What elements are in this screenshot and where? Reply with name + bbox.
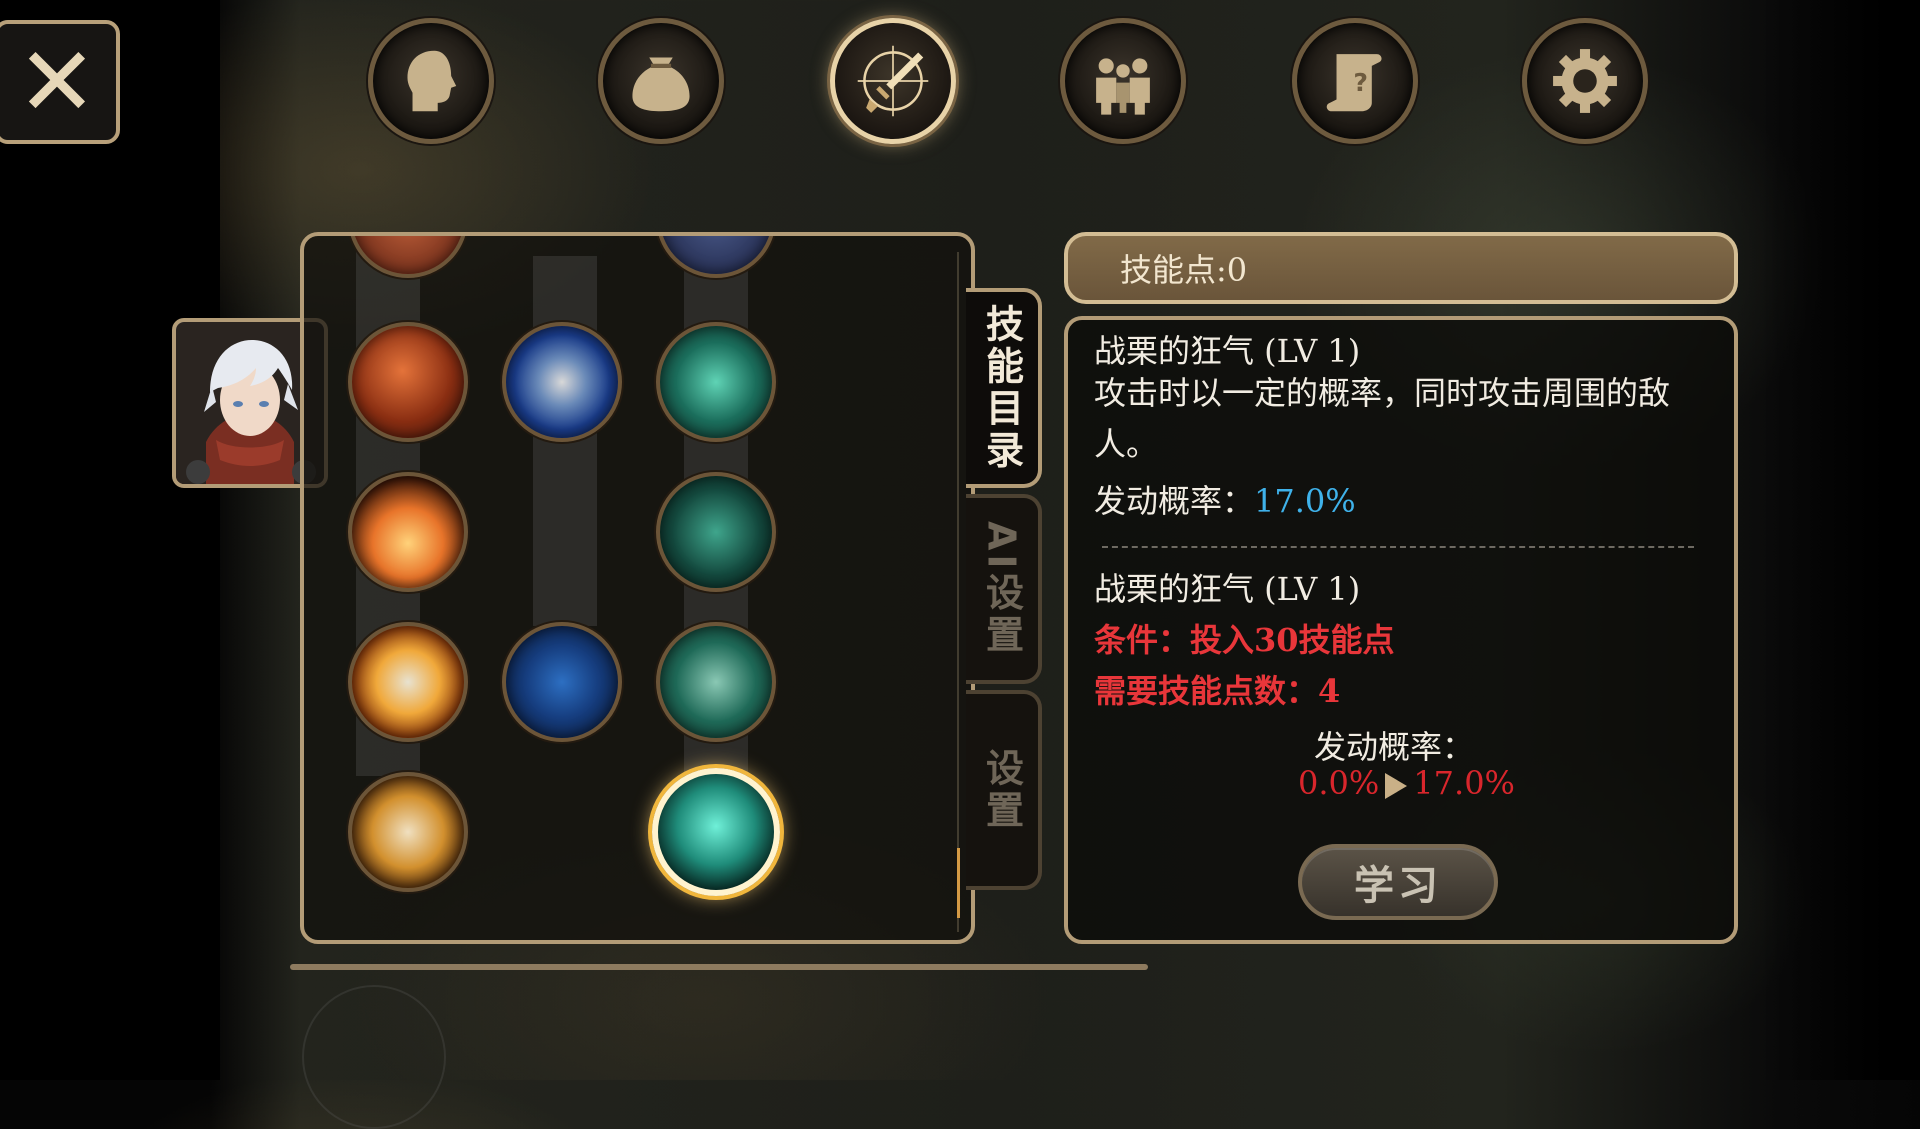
skill-node[interactable] [502, 622, 622, 742]
rate-change-row: 0.0% 17.0% [1298, 764, 1515, 802]
rate-to: 17.0% [1413, 764, 1515, 802]
nav-character-button[interactable] [368, 18, 494, 144]
scene-left-shadow [0, 0, 220, 1080]
tree-scrollbar-thumb[interactable] [957, 848, 960, 918]
activation-rate-value: 17.0% [1254, 482, 1356, 520]
arrow-right-icon [1385, 772, 1408, 799]
virtual-joystick[interactable] [302, 985, 446, 1129]
nav-party-button[interactable] [1060, 18, 1186, 144]
skill-node[interactable] [656, 622, 776, 742]
skill-points-text: 技能点:0 [1120, 251, 1248, 289]
party-icon [1096, 58, 1150, 115]
nav-quests-button[interactable]: ? [1292, 18, 1418, 144]
skill-node[interactable] [656, 472, 776, 592]
current-skill-name: 战栗的狂气 (LV 1) [1094, 332, 1361, 370]
next-rate-label: 发动概率： [1314, 728, 1475, 766]
skill-node[interactable] [348, 772, 468, 892]
tab-skill-list[interactable]: 技能目录 [966, 288, 1042, 488]
nav-settings-button[interactable] [1522, 18, 1648, 144]
skill-tree-panel[interactable] [300, 232, 975, 944]
skill-node[interactable] [656, 236, 776, 278]
skill-node[interactable] [656, 322, 776, 442]
svg-text:?: ? [1353, 68, 1368, 97]
tab-settings[interactable]: 设置 [966, 690, 1042, 890]
bottom-divider [290, 964, 1148, 970]
head-icon [407, 50, 457, 112]
skill-points-bar: 技能点:0 [1064, 232, 1738, 304]
skill-node[interactable] [348, 322, 468, 442]
sword-compass-icon [857, 45, 929, 117]
skill-node[interactable] [502, 322, 622, 442]
activation-rate-row: 发动概率：17.0% [1094, 476, 1356, 522]
quest-scroll-icon: ? [1326, 54, 1382, 112]
bag-icon [632, 57, 690, 112]
learn-condition: 条件：投入30技能点 [1094, 621, 1395, 659]
skill-node[interactable] [348, 472, 468, 592]
nav-inventory-button[interactable] [598, 18, 724, 144]
skill-node-selected[interactable] [652, 768, 780, 896]
required-points: 需要技能点数：4 [1094, 672, 1341, 710]
tree-scrollbar-track[interactable] [957, 252, 959, 932]
tab-ai-settings[interactable]: AI设置 [966, 494, 1042, 684]
nav-skills-button[interactable] [830, 18, 956, 144]
skill-description: 攻击时以一定的概率，同时攻击周围的敌人。 [1094, 374, 1671, 463]
close-button[interactable]: ✕ [0, 20, 120, 144]
gear-icon [1553, 49, 1617, 113]
skill-node[interactable] [348, 622, 468, 742]
activation-rate-label: 发动概率： [1094, 482, 1255, 520]
close-icon: ✕ [16, 26, 98, 138]
info-divider [1102, 546, 1694, 548]
learn-button[interactable]: 学习 [1298, 844, 1498, 920]
scene-right-shadow [1760, 0, 1920, 1080]
next-skill-name: 战栗的狂气 (LV 1) [1094, 570, 1361, 608]
rate-from: 0.0% [1298, 764, 1380, 802]
